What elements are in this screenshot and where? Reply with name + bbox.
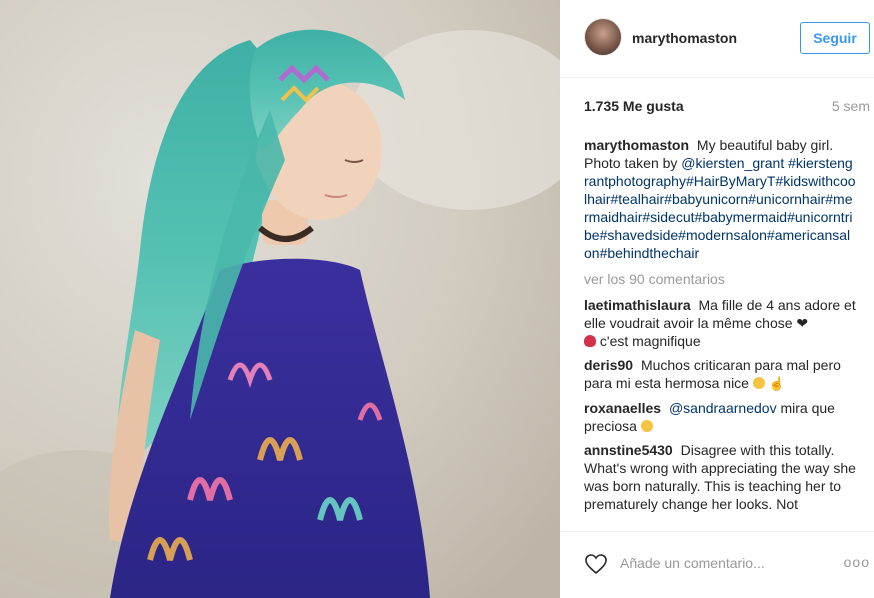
post-photo[interactable] — [0, 0, 560, 598]
heart-icon[interactable] — [584, 552, 608, 576]
comments-section: marythomaston My beautiful baby girl. Ph… — [584, 136, 856, 530]
header-username[interactable]: marythomaston — [632, 30, 737, 46]
comment-username[interactable]: annstine5430 — [584, 442, 673, 458]
comment-mention[interactable]: @sandraarnedov — [669, 400, 777, 416]
comment: laetimathislaura Ma fille de 4 ans adore… — [584, 296, 856, 350]
pointer-cursor-icon: ☝ — [768, 376, 785, 391]
girl-teal-hair-image — [0, 0, 560, 598]
comment: roxanaelles @sandraarnedov mira que prec… — [584, 399, 856, 435]
likes-row: 1.735 Me gusta 5 sem — [584, 98, 870, 116]
post-details-panel: marythomaston Seguir 1.735 Me gusta 5 se… — [560, 0, 874, 598]
post-header: marythomaston Seguir — [560, 0, 874, 78]
post-age[interactable]: 5 sem — [832, 98, 870, 114]
post-footer: ooo — [560, 531, 874, 598]
comment-username[interactable]: deris90 — [584, 357, 633, 373]
avatar[interactable] — [584, 18, 622, 56]
comment-text-continued: c'est magnifique — [599, 333, 701, 349]
comment: deris90 Muchos criticaran para mal pero … — [584, 356, 856, 393]
surprised-face-emoji-icon — [752, 377, 765, 389]
caption-username[interactable]: marythomaston — [584, 137, 689, 153]
caption-mention[interactable]: @kiersten_grant — [681, 155, 784, 171]
comment-username[interactable]: laetimathislaura — [584, 297, 691, 313]
comment: annstine5430 Disagree with this totally.… — [584, 441, 856, 513]
caption: marythomaston My beautiful baby girl. Ph… — [584, 136, 856, 262]
instagram-post: marythomaston Seguir 1.735 Me gusta 5 se… — [0, 0, 874, 598]
view-all-comments-link[interactable]: ver los 90 comentarios — [584, 270, 856, 288]
add-comment-input[interactable] — [618, 554, 822, 572]
likes-count[interactable]: 1.735 Me gusta — [584, 98, 684, 114]
comment-username[interactable]: roxanaelles — [584, 400, 661, 416]
rose-emoji-icon — [584, 335, 596, 347]
follow-button[interactable]: Seguir — [800, 22, 870, 54]
more-options-button[interactable]: ooo — [844, 554, 870, 570]
heart-eyes-emoji-icon — [640, 420, 653, 432]
